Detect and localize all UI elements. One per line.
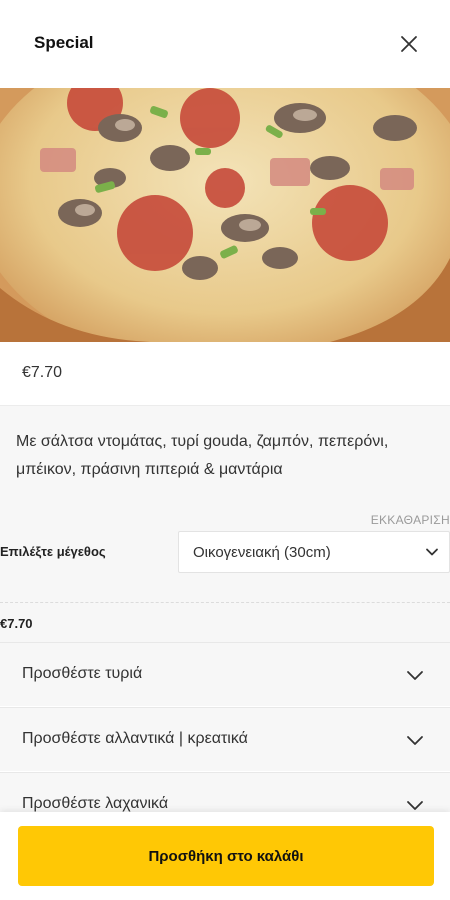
size-label: Επιλέξτε μέγεθος: [0, 544, 106, 559]
options-section: ΕΚΚΑΘΑΡΙΣΗ Επιλέξτε μέγεθος Οικογενειακή…: [0, 497, 450, 607]
clear-button[interactable]: ΕΚΚΑΘΑΡΙΣΗ: [371, 513, 450, 527]
size-select-value: Οικογενειακή (30cm): [193, 544, 331, 561]
size-select[interactable]: Οικογενειακή (30cm): [178, 531, 450, 573]
bottom-action-bar: Προσθήκη στο καλάθι: [0, 812, 450, 900]
accordion-label: Προσθέστε τυριά: [22, 665, 143, 682]
accordion-label: Προσθέστε λαχανικά: [22, 795, 169, 812]
chevron-down-icon: [426, 548, 438, 556]
accordion-label: Προσθέστε αλλαντικά | κρεατικά: [22, 730, 248, 747]
add-to-cart-button[interactable]: Προσθήκη στο καλάθι: [18, 826, 434, 886]
modal-header: Special: [0, 0, 450, 88]
product-price: €7.70: [22, 364, 63, 381]
close-button[interactable]: [395, 30, 423, 58]
chevron-down-icon: [407, 801, 423, 810]
divider: [0, 602, 450, 603]
accordion-cheeses[interactable]: Προσθέστε τυριά: [0, 642, 450, 706]
total-section: €7.70: [0, 607, 450, 642]
description-section: Με σάλτσα ντομάτας, τυρί gouda, ζαμπόν, …: [0, 405, 450, 497]
accordion-meats[interactable]: Προσθέστε αλλαντικά | κρεατικά: [0, 707, 450, 771]
product-image: [0, 88, 450, 342]
total-price: €7.70: [0, 616, 33, 631]
close-icon: [401, 36, 417, 52]
product-description: Με σάλτσα ντομάτας, τυρί gouda, ζαμπόν, …: [16, 433, 389, 478]
add-to-cart-label: Προσθήκη στο καλάθι: [148, 847, 304, 865]
chevron-down-icon: [407, 671, 423, 680]
product-title: Special: [34, 33, 94, 52]
chevron-down-icon: [407, 736, 423, 745]
